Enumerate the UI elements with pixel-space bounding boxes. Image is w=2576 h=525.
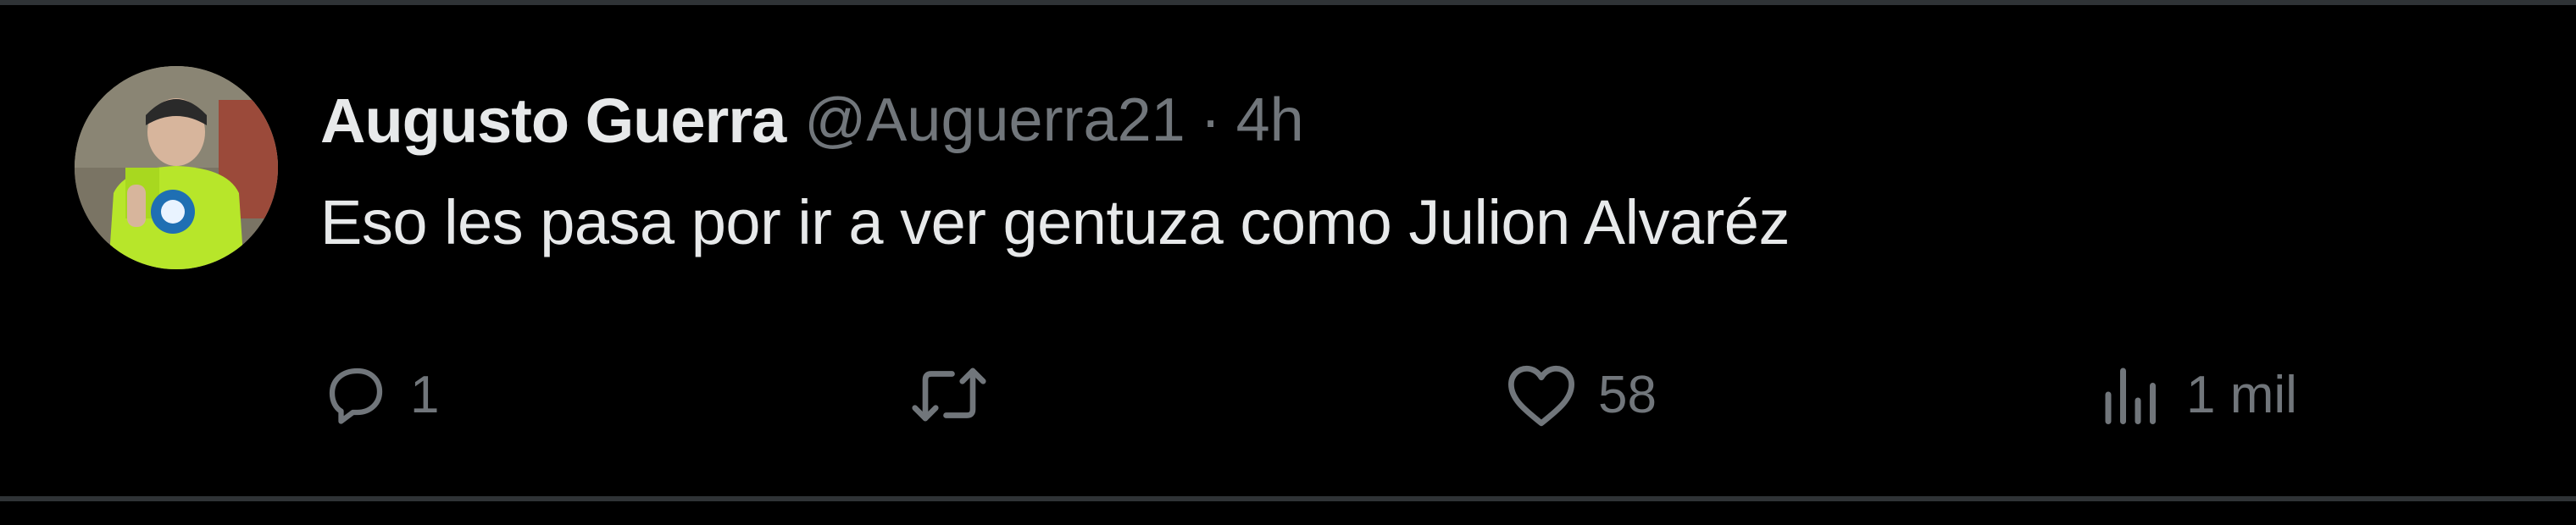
like-button[interactable]: 58 (1503, 344, 1657, 445)
separator-dot: · (1200, 86, 1221, 154)
author-handle[interactable]: @Auguerra21 (804, 86, 1185, 155)
views-count: 1 mil (2186, 365, 2297, 424)
tweet-text: Eso les pasa por ir a ver gentuza como J… (320, 187, 1790, 257)
author-display-name[interactable]: Augusto Guerra (320, 85, 786, 157)
tweet[interactable]: Augusto Guerra @Auguerra21 · 4h Eso les … (0, 5, 2576, 496)
next-item-area (0, 501, 2576, 525)
reply-count: 1 (410, 365, 440, 424)
tweet-header: Augusto Guerra @Auguerra21 · 4h (320, 80, 1304, 161)
retweet-button[interactable] (907, 344, 1010, 445)
reply-icon (320, 359, 391, 430)
retweet-icon (907, 359, 991, 430)
tweet-timestamp[interactable]: 4h (1236, 86, 1304, 155)
heart-icon (1503, 359, 1579, 430)
reply-button[interactable]: 1 (320, 344, 439, 445)
avatar-image (75, 66, 278, 269)
views-chart-icon (2096, 359, 2168, 430)
like-count: 58 (1598, 365, 1657, 424)
avatar[interactable] (75, 66, 278, 269)
views-button[interactable]: 1 mil (2096, 344, 2297, 445)
